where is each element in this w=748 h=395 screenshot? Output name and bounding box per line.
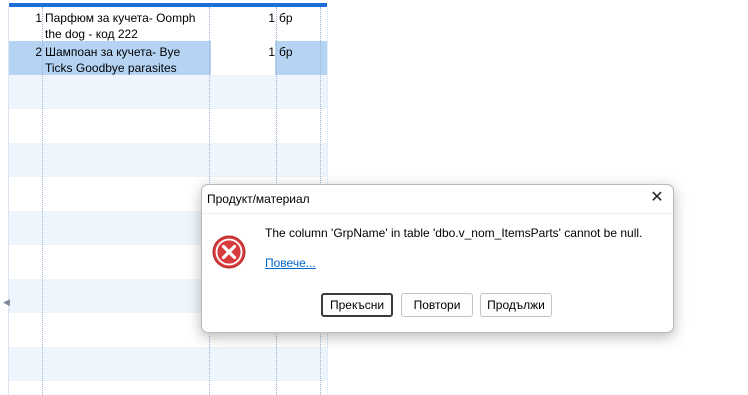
dialog-title: Продукт/материал	[207, 192, 310, 206]
row-number: 2	[35, 45, 42, 59]
caret-left-icon[interactable]: ◀	[3, 297, 10, 308]
error-icon	[212, 235, 246, 269]
error-dialog: Продукт/материал ✕ The column 'GrpName' …	[201, 184, 674, 333]
table-row-selected[interactable]: 2 Шампоан за кучета- Bye Ticks Goodbye p…	[9, 41, 327, 75]
empty-row[interactable]	[9, 75, 327, 109]
item-name[interactable]: Шампоан за кучета- Bye Ticks Goodbye par…	[45, 41, 209, 75]
item-quantity[interactable]: 1	[211, 7, 275, 41]
item-unit[interactable]: бр	[279, 41, 323, 75]
retry-button[interactable]: Повтори	[401, 293, 473, 317]
dialog-title-divider	[202, 213, 673, 214]
table-row[interactable]: 1 Парфюм за кучета- Oomph the dog - код …	[9, 7, 327, 41]
empty-row[interactable]	[9, 109, 327, 143]
error-message: The column 'GrpName' in table 'dbo.v_nom…	[265, 226, 643, 240]
column-divider	[42, 7, 43, 395]
row-number: 1	[35, 11, 42, 25]
abort-button[interactable]: Прекъсни	[321, 293, 393, 317]
item-unit[interactable]: бр	[279, 7, 323, 41]
close-icon[interactable]: ✕	[647, 188, 667, 208]
empty-row[interactable]	[9, 347, 327, 381]
item-name[interactable]: Парфюм за кучета- Oomph the dog - код 22…	[45, 7, 209, 41]
more-details-link[interactable]: Повече...	[265, 256, 316, 270]
empty-row[interactable]	[9, 381, 327, 395]
item-quantity[interactable]: 1	[211, 41, 275, 75]
empty-row[interactable]	[9, 143, 327, 177]
continue-button[interactable]: Продължи	[480, 293, 552, 317]
